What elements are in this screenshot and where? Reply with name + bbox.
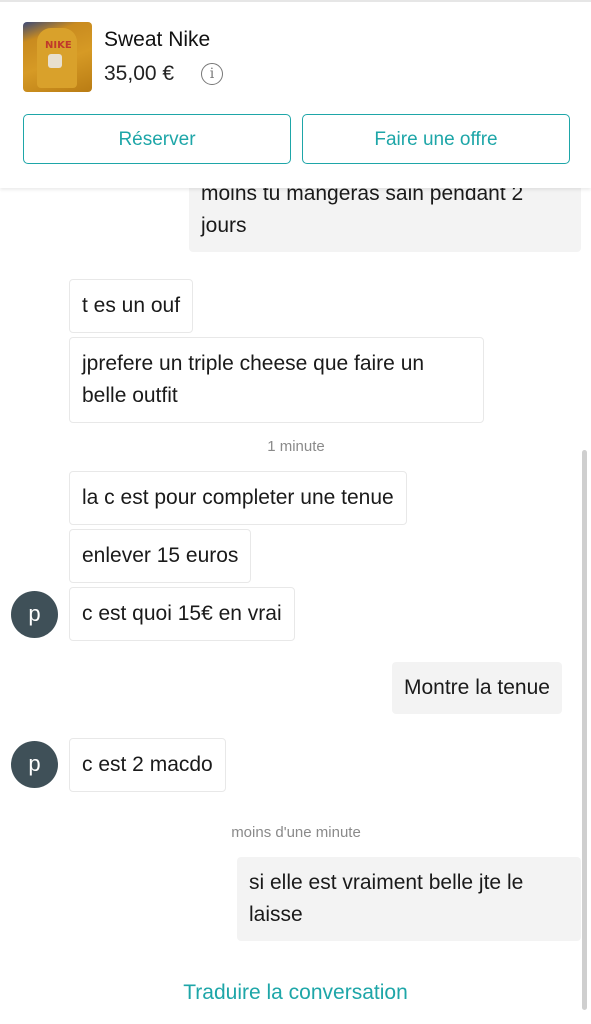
message-text: enlever 15 euros — [82, 544, 239, 567]
scrollbar[interactable] — [582, 450, 587, 1010]
message-outgoing: si elle est vraiment belle jte le laisse — [237, 857, 581, 941]
item-title[interactable]: Sweat Nike — [104, 28, 210, 52]
message-text: belle outfit — [82, 384, 178, 407]
reserve-button[interactable]: Réserver — [23, 114, 291, 164]
user-avatar[interactable]: p — [11, 741, 58, 788]
item-price: 35,00 € — [104, 62, 175, 85]
message-incoming: c est quoi 15€ en vrai — [69, 587, 295, 641]
timestamp: 1 minute — [267, 438, 325, 455]
message-text: jprefere un triple cheese que faire un — [82, 352, 425, 375]
message-incoming: jprefere un triple cheese que faire un b… — [69, 337, 484, 423]
message-incoming: t es un ouf — [69, 279, 194, 333]
nike-logo-text: NIKE — [45, 40, 72, 51]
message-incoming: enlever 15 euros — [69, 529, 252, 583]
message-text: c est quoi 15€ en vrai — [82, 602, 282, 625]
make-offer-button[interactable]: Faire une offre — [302, 114, 570, 164]
message-text: c est 2 macdo — [82, 753, 213, 776]
item-header: NIKE Sweat Nike 35,00 € i Réserver Faire… — [0, 2, 591, 188]
message-text: t es un ouf — [82, 294, 181, 317]
item-thumbnail[interactable]: NIKE — [23, 22, 92, 92]
message-text: si elle est vraiment belle jte le — [249, 871, 524, 894]
message-outgoing: Montre la tenue — [392, 662, 562, 714]
message-text: Montre la tenue — [404, 676, 550, 699]
patch-icon — [48, 54, 62, 68]
message-incoming: la c est pour completer une tenue — [69, 471, 407, 525]
timestamp: moins d'une minute — [231, 824, 361, 841]
message-text: jours — [201, 214, 247, 237]
message-text: la c est pour completer une tenue — [82, 486, 394, 509]
user-avatar[interactable]: p — [11, 591, 58, 638]
translate-conversation-link[interactable]: Traduire la conversation — [0, 981, 591, 1005]
message-text: laisse — [249, 903, 303, 926]
info-icon[interactable]: i — [201, 63, 223, 85]
message-incoming: c est 2 macdo — [69, 738, 226, 792]
